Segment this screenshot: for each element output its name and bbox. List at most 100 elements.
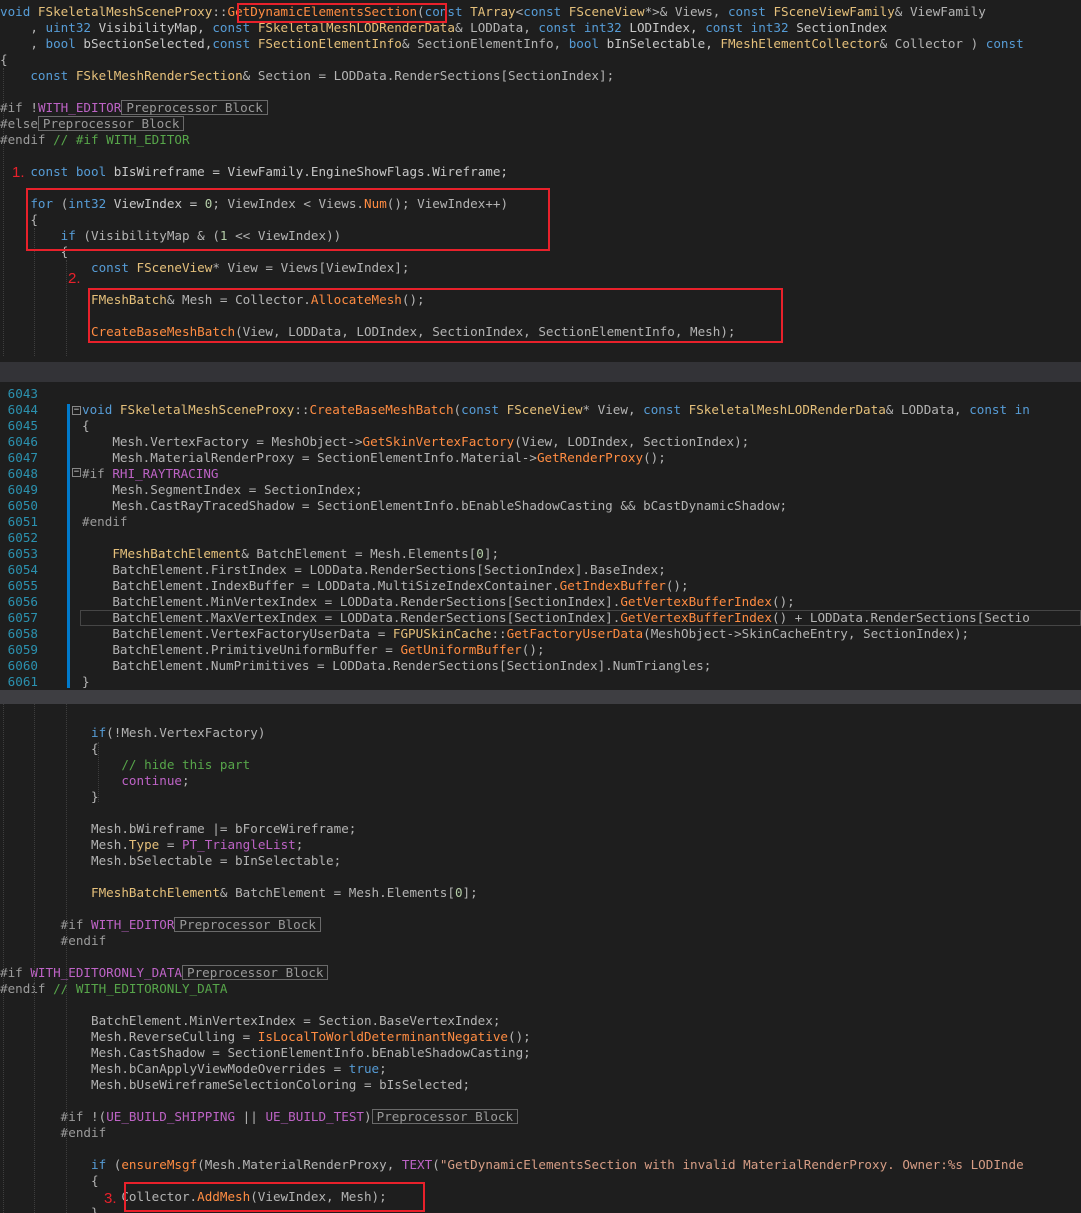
code-line[interactable]: , bool bSectionSelected,const FSectionEl… [0, 36, 1023, 52]
code-line[interactable]: BatchElement.IndexBuffer = LODData.Multi… [82, 578, 688, 594]
code-token: Mesh. [0, 837, 129, 852]
code-line[interactable]: for (int32 ViewIndex = 0; ViewIndex < Vi… [0, 196, 508, 212]
line-number: 6050 [7, 498, 38, 513]
code-line[interactable]: { [0, 52, 8, 68]
preprocessor-block-collapsed[interactable]: Preprocessor Block [182, 965, 329, 980]
line-number: 6048 [7, 466, 38, 481]
code-line[interactable]: #if RHI_RAYTRACING [82, 466, 219, 482]
code-token: :: [491, 626, 507, 641]
code-line[interactable]: #endif // #if WITH_EDITOR [0, 132, 190, 148]
code-line[interactable]: } [82, 674, 90, 690]
code-token: AllocateMesh [310, 292, 402, 307]
code-line[interactable]: void FSkeletalMeshSceneProxy::GetDynamic… [0, 4, 986, 20]
code-token: Mesh.MaterialRenderProxy = SectionElemen… [82, 450, 537, 465]
code-token: } [0, 1205, 99, 1213]
code-line[interactable]: } [0, 1205, 99, 1213]
preprocessor-block-collapsed[interactable]: Preprocessor Block [37, 116, 185, 131]
code-line[interactable]: void FSkeletalMeshSceneProxy::CreateBase… [82, 402, 1030, 418]
code-token: ( [432, 1157, 440, 1172]
indent-guide [66, 260, 67, 356]
code-line[interactable]: #endif [0, 1125, 107, 1141]
code-line[interactable]: Mesh.MaterialRenderProxy = SectionElemen… [82, 450, 666, 466]
code-line[interactable]: #endif [82, 514, 128, 530]
code-line[interactable]: Mesh.ReverseCulling = IsLocalToWorldDete… [0, 1029, 531, 1045]
code-line[interactable]: CreateBaseMeshBatch(View, LODData, LODIn… [0, 324, 735, 340]
preprocessor-block-collapsed[interactable]: Preprocessor Block [371, 1109, 519, 1124]
code-token: const [643, 402, 689, 417]
code-token: { [82, 418, 90, 433]
line-number: 6044 [7, 402, 38, 417]
code-line[interactable]: if(!Mesh.VertexFactory) [0, 725, 265, 741]
code-line[interactable]: { [0, 1173, 99, 1189]
code-line[interactable]: BatchElement.VertexFactoryUserData = FGP… [82, 626, 969, 642]
code-line[interactable]: if (ensureMsgf(Mesh.MaterialRenderProxy,… [0, 1157, 1024, 1173]
code-line[interactable]: // hide this part [0, 757, 250, 773]
line-number: 6061 [7, 674, 38, 689]
code-token: void [0, 4, 38, 19]
code-line[interactable]: Mesh.bSelectable = bInSelectable; [0, 853, 341, 869]
code-line[interactable]: } [0, 789, 99, 805]
indent-guide [34, 228, 35, 356]
code-line[interactable]: Mesh.bWireframe |= bForceWireframe; [0, 821, 356, 837]
code-line[interactable]: FMeshBatch& Mesh = Collector.AllocateMes… [0, 292, 425, 308]
code-line[interactable]: #if !WITH_EDITOR Preprocessor Block [0, 100, 268, 116]
code-token: const bool [30, 164, 114, 179]
fold-toggle-icon[interactable]: − [72, 406, 81, 415]
code-token: & BatchElement = Mesh.Elements[ [219, 885, 455, 900]
code-line[interactable]: Mesh.Type = PT_TriangleList; [0, 837, 303, 853]
code-line[interactable]: BatchElement.NumPrimitives = LODData.Ren… [82, 658, 711, 674]
line-number: 6049 [7, 482, 38, 497]
line-number: 6058 [7, 626, 38, 641]
code-token: continue [121, 773, 182, 788]
code-line[interactable]: Mesh.SegmentIndex = SectionIndex; [82, 482, 362, 498]
code-token: const int32 [538, 20, 630, 35]
code-token: << ViewIndex)) [227, 228, 342, 243]
code-token: (); [508, 1029, 531, 1044]
code-line[interactable]: { [0, 212, 38, 228]
code-line[interactable]: Mesh.bUseWireframeSelectionColoring = bI… [0, 1077, 470, 1093]
code-line[interactable]: Mesh.VertexFactory = MeshObject->GetSkin… [82, 434, 749, 450]
code-line[interactable]: { [0, 741, 99, 757]
code-line[interactable]: BatchElement.PrimitiveUniformBuffer = Ge… [82, 642, 544, 658]
code-token: ; ViewIndex < Views. [212, 196, 365, 211]
code-line[interactable]: FMeshBatchElement& BatchElement = Mesh.E… [82, 546, 499, 562]
fold-toggle-icon[interactable]: − [72, 468, 81, 477]
code-line[interactable]: BatchElement.MinVertexIndex = LODData.Re… [82, 594, 794, 610]
code-line[interactable]: #else Preprocessor Block [0, 116, 185, 132]
code-token: , [0, 36, 46, 51]
code-line[interactable]: , uint32 VisibilityMap, const FSkeletalM… [0, 20, 887, 36]
preprocessor-block-collapsed[interactable]: Preprocessor Block [121, 100, 268, 115]
code-line[interactable]: #if WITH_EDITOR Preprocessor Block [0, 917, 321, 933]
code-line[interactable]: #if WITH_EDITORONLY_DATA Preprocessor Blo… [0, 965, 329, 981]
code-token: SectionIndex [796, 20, 888, 35]
code-line[interactable]: { [82, 418, 90, 434]
code-line[interactable]: FMeshBatchElement& BatchElement = Mesh.E… [0, 885, 478, 901]
preprocessor-block-collapsed[interactable]: Preprocessor Block [174, 917, 321, 932]
indent-guide [3, 68, 4, 356]
code-line[interactable]: #endif [0, 933, 107, 949]
code-line[interactable]: const FSkelMeshRenderSection& Section = … [0, 68, 614, 84]
code-token: (View, LODIndex, SectionIndex); [514, 434, 750, 449]
line-number: 6053 [7, 546, 38, 561]
code-token: FSkelMeshRenderSection [75, 68, 243, 83]
code-line[interactable]: continue; [0, 773, 189, 789]
code-line[interactable]: Mesh.bCanApplyViewModeOverrides = true; [0, 1061, 387, 1077]
code-line[interactable]: #if !(UE_BUILD_SHIPPING || UE_BUILD_TEST… [0, 1109, 519, 1125]
code-line[interactable]: Mesh.CastShadow = SectionElementInfo.bEn… [0, 1045, 531, 1061]
code-token: BatchElement.FirstIndex = LODData.Render… [82, 562, 666, 577]
panel-scrollbar[interactable] [0, 690, 1081, 704]
code-line[interactable]: if (VisibilityMap & (1 << ViewIndex)) [0, 228, 342, 244]
code-line[interactable]: BatchElement.MinVertexIndex = Section.Ba… [0, 1013, 500, 1029]
code-line[interactable]: Mesh.CastRayTracedShadow = SectionElemen… [82, 498, 787, 514]
code-line[interactable]: const bool bIsWireframe = ViewFamily.Eng… [0, 164, 508, 180]
code-line[interactable]: Collector.AddMesh(ViewIndex, Mesh); [0, 1189, 386, 1205]
line-number: 6045 [7, 418, 38, 433]
code-token: CreateBaseMeshBatch [309, 402, 454, 417]
code-line[interactable]: const FSceneView* View = Views[ViewIndex… [0, 260, 409, 276]
code-line[interactable]: BatchElement.FirstIndex = LODData.Render… [82, 562, 666, 578]
code-token: (!Mesh.VertexFactory) [106, 725, 266, 740]
code-token: bInSelectable, [606, 36, 721, 51]
